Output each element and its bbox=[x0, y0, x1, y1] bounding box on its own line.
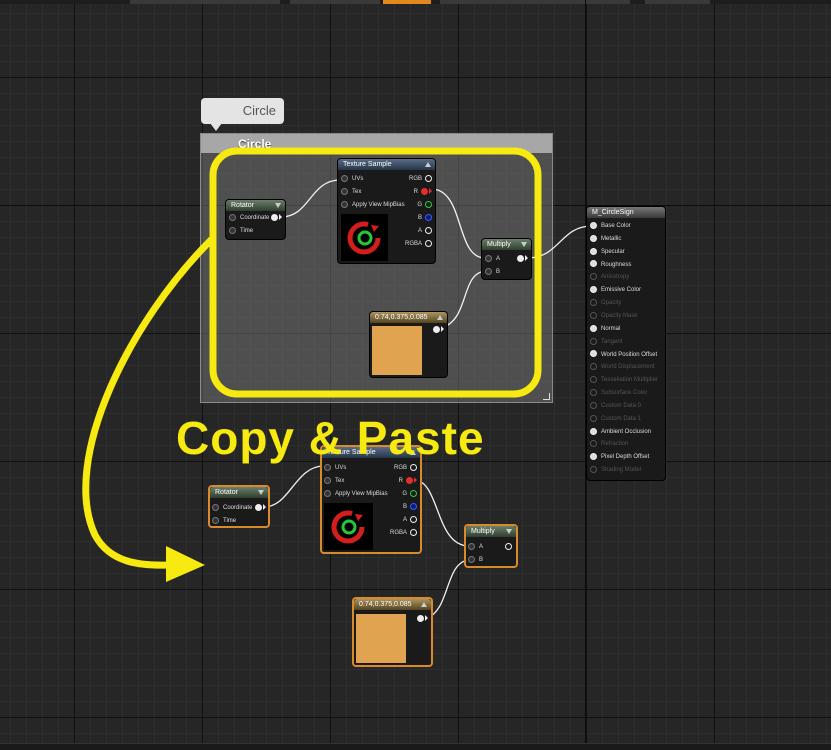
copy-paste-annotation: Copy & Paste bbox=[176, 412, 485, 464]
arrow-head-icon bbox=[166, 546, 205, 582]
curved-arrow-line bbox=[82, 234, 217, 569]
highlight-rounded-rect bbox=[209, 147, 542, 398]
annotation-layer bbox=[82, 147, 542, 582]
